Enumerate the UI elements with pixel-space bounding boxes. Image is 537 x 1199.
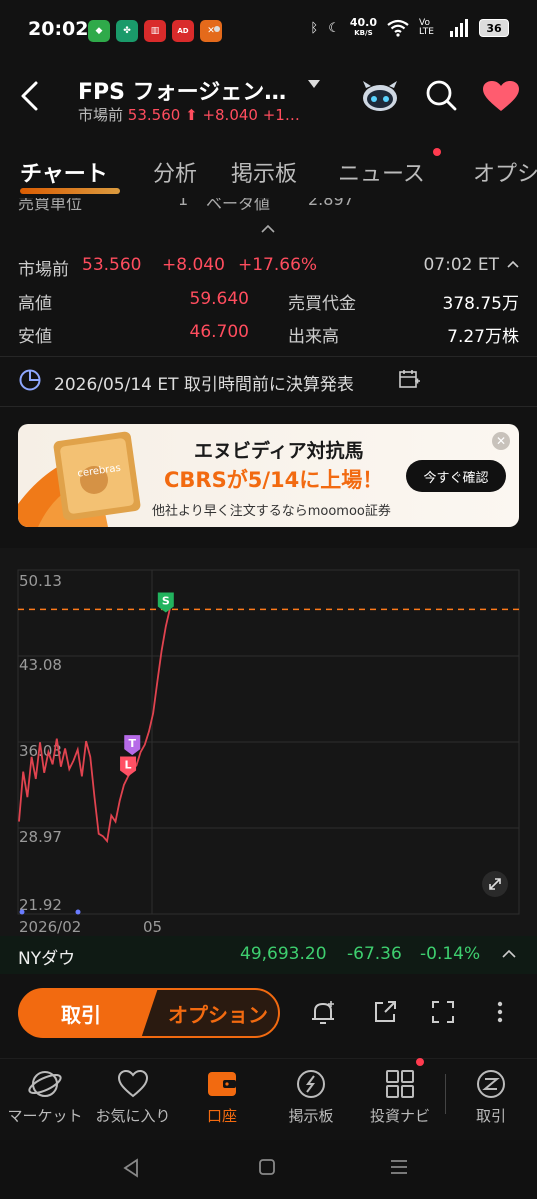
- trade-marker-label: L: [125, 758, 132, 771]
- nav-favorites[interactable]: お気に入り: [85, 1067, 181, 1126]
- index-change: -67.36: [347, 944, 402, 964]
- low-row: 安値 46.700 出来高 7.27万株: [18, 322, 519, 347]
- price-chart[interactable]: 50.13 43.08 36.03 28.97 21.92 2026/02 05 L T S: [0, 548, 537, 936]
- banner-subhead: CBRSが5/14に上場！: [164, 468, 384, 492]
- tab-news[interactable]: ニュース: [338, 156, 425, 188]
- chevron-down-icon[interactable]: [308, 80, 320, 88]
- favorite-heart-icon[interactable]: [482, 80, 520, 112]
- ai-assistant-icon[interactable]: [360, 78, 400, 114]
- system-navigation: [0, 1140, 537, 1199]
- chevron-up-icon[interactable]: [507, 259, 519, 269]
- system-recents-icon[interactable]: [389, 1158, 409, 1176]
- expand-chart-icon[interactable]: [481, 870, 509, 898]
- tab-chart[interactable]: チャート: [20, 156, 108, 188]
- tab-board[interactable]: 掲示板: [231, 156, 297, 188]
- signal-icon: [450, 19, 468, 37]
- nav-separator: [445, 1074, 446, 1114]
- more-vertical-icon[interactable]: [486, 998, 514, 1026]
- grid-icon: [386, 1070, 414, 1098]
- planet-icon: [28, 1071, 62, 1097]
- news-badge-dot: [433, 148, 441, 156]
- pie-chart-icon: [19, 369, 41, 391]
- index-ticker[interactable]: NYダウ 49,693.20 -67.36 -0.14%: [0, 936, 537, 974]
- action-bar: オプション 取引: [0, 986, 537, 1042]
- net-speed: 40.0 KB/S: [349, 16, 377, 37]
- tab-bar: チャート 分析 掲示板 ニュース オプシ: [0, 144, 537, 200]
- index-pct: -0.14%: [420, 944, 481, 964]
- x-tick-label: 2026/02: [19, 918, 81, 936]
- trade-marker-label: S: [162, 594, 170, 607]
- banner-cta-button[interactable]: 今すぐ確認: [406, 460, 506, 492]
- high-row: 高値 59.640 売買代金 378.75万: [18, 289, 519, 314]
- battery-icon: 36: [479, 19, 509, 37]
- chart-svg: 50.1343.0836.0328.9721.922026/02 05LTS: [17, 569, 520, 936]
- volte-label: Vo LTE: [419, 18, 434, 37]
- y-tick-label: 21.92: [19, 896, 62, 914]
- nav-market[interactable]: マーケット: [0, 1067, 93, 1126]
- y-tick-label: 43.08: [19, 656, 62, 674]
- search-icon[interactable]: [424, 78, 458, 112]
- scrolled-row: 売買単位 1 ベータ値 2.897: [18, 198, 354, 213]
- pre-market-row: 市場前 53.560 +8.040 +17.66% 07:02 ET: [18, 255, 519, 280]
- system-back-icon[interactable]: [122, 1158, 140, 1178]
- x-tick-label: 05: [143, 918, 162, 936]
- pre-market-summary: 市場前 53.560 ⬆ +8.040 +1…: [78, 106, 300, 124]
- ad-banner[interactable]: cerebras エヌビディア対抗馬 CBRSが5/14に上場！ 他社より早く注…: [18, 424, 519, 527]
- tab-analysis[interactable]: 分析: [153, 156, 197, 188]
- trade-icon: [477, 1070, 505, 1098]
- index-name: NYダウ: [18, 949, 76, 969]
- wallet-icon: [208, 1072, 236, 1096]
- banner-headline: エヌビディア対抗馬: [194, 440, 364, 462]
- heart-outline-icon: [117, 1069, 149, 1098]
- y-tick-label: 28.97: [19, 828, 62, 846]
- shield-app-icon: ◆: [88, 20, 110, 42]
- moon-icon: ☾: [328, 20, 340, 36]
- back-arrow-icon[interactable]: [18, 80, 40, 112]
- trade-marker-label: T: [128, 737, 136, 750]
- bottom-navigation: マーケット お気に入り 口座 掲示板 投資ナビ 取引: [0, 1058, 537, 1140]
- share-icon[interactable]: [371, 998, 399, 1026]
- earnings-notice[interactable]: 2026/05/14 ET 取引時間前に決算発表: [18, 366, 518, 396]
- clover-app-icon: ✤: [116, 20, 138, 42]
- trade-button[interactable]: 取引: [18, 988, 158, 1038]
- status-time: 20:02: [28, 18, 89, 40]
- nav-account[interactable]: 口座: [174, 1067, 270, 1126]
- index-value: 49,693.20: [240, 944, 327, 964]
- tab-options[interactable]: オプシ: [473, 156, 537, 188]
- arrow-up-icon: ⬆: [185, 106, 198, 124]
- nav-invest-navi[interactable]: 投資ナビ: [352, 1067, 448, 1126]
- tab-active-indicator: [20, 188, 120, 194]
- wifi-icon: [387, 19, 409, 37]
- stock-header: FPS フォージェン… 市場前 53.560 ⬆ +8.040 +1…: [0, 62, 537, 132]
- divider: [0, 356, 537, 357]
- price-line: [18, 607, 171, 844]
- ad-app-icon: AD: [172, 20, 194, 42]
- notification-icons: ◆ ✤ ▥ AD ✕: [88, 20, 222, 42]
- event-dot: [19, 909, 25, 915]
- nav-badge-dot: [416, 1058, 424, 1066]
- event-dot: [75, 909, 81, 915]
- stock-title[interactable]: FPS フォージェン…: [78, 74, 286, 106]
- alert-bell-icon[interactable]: [309, 998, 337, 1026]
- nav-trade[interactable]: 取引: [443, 1067, 537, 1126]
- status-bar: 20:02 ◆ ✤ ▥ AD ✕ ᛒ ☾ 40.0 KB/S Vo LTE 36: [0, 0, 537, 62]
- fullscreen-icon[interactable]: [429, 998, 457, 1026]
- chevron-up-icon[interactable]: [260, 224, 276, 234]
- system-home-icon[interactable]: [258, 1158, 276, 1176]
- bluetooth-icon: ᛒ: [310, 20, 319, 36]
- bank-app-icon: ▥: [144, 20, 166, 42]
- cerebras-logo-graphic: cerebras: [18, 431, 141, 527]
- y-tick-label: 50.13: [19, 572, 62, 590]
- calendar-add-icon[interactable]: [398, 368, 420, 390]
- close-icon[interactable]: ✕: [492, 432, 510, 450]
- chevron-up-icon[interactable]: [501, 949, 517, 959]
- more-notifications-dot: [214, 26, 220, 32]
- status-indicators: ᛒ ☾ 40.0 KB/S Vo LTE 36: [310, 16, 509, 38]
- board-icon: [297, 1070, 325, 1098]
- option-button[interactable]: オプション: [140, 988, 280, 1038]
- divider: [0, 406, 537, 407]
- banner-caption: 他社より早く注文するならmoomoo証券: [152, 504, 391, 519]
- nav-board[interactable]: 掲示板: [263, 1067, 359, 1126]
